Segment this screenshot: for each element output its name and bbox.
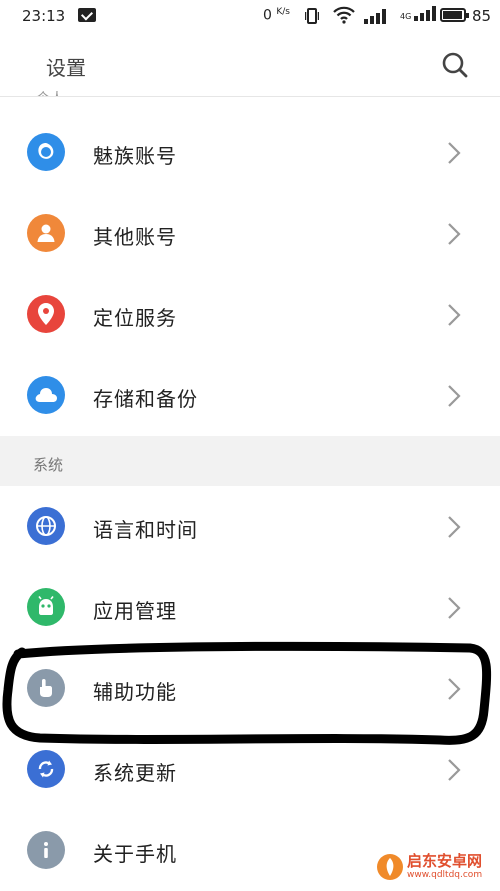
setting-system-update[interactable]: 系统更新 <box>0 729 500 810</box>
chevron-right-icon <box>448 223 461 245</box>
vibrate-icon <box>305 8 319 24</box>
chevron-right-icon <box>448 142 461 164</box>
chevron-right-icon <box>448 678 461 700</box>
location-pin-icon <box>27 295 65 333</box>
globe-icon <box>27 507 65 545</box>
hand-icon <box>27 669 65 707</box>
watermark-url: www.qdltdq.com <box>407 870 483 880</box>
chevron-right-icon <box>448 597 461 619</box>
setting-language-time[interactable]: 语言和时间 <box>0 486 500 567</box>
signal-icon-2 <box>414 6 437 21</box>
status-time: 23:13 <box>22 7 66 25</box>
chevron-right-icon <box>448 385 461 407</box>
refresh-icon <box>27 750 65 788</box>
search-icon[interactable] <box>440 50 470 80</box>
setting-label: 应用管理 <box>93 599 177 623</box>
section-header-personal: 个人 <box>36 88 64 96</box>
section-header-label: 系统 <box>33 456 64 474</box>
watermark-name: 启东安卓网 <box>407 852 483 870</box>
page-title: 设置 <box>46 56 86 80</box>
cloud-icon <box>27 376 65 414</box>
status-bar: 23:13 0 K/s 4G 85 <box>0 0 500 32</box>
setting-label: 系统更新 <box>93 761 177 785</box>
net-speed: 0 K/s <box>263 7 290 24</box>
android-icon <box>27 588 65 626</box>
network-badge: 4G <box>400 12 412 21</box>
chevron-right-icon <box>448 516 461 538</box>
setting-app-management[interactable]: 应用管理 <box>0 567 500 648</box>
setting-label: 其他账号 <box>93 225 177 249</box>
battery-icon <box>440 8 469 22</box>
setting-label: 语言和时间 <box>93 518 198 542</box>
settings-list: 魅族账号 其他账号 定位服务 存储和备份 系统 语言和时间 应用管理 辅助功能 … <box>0 112 500 891</box>
setting-flyme-account[interactable]: 魅族账号 <box>0 112 500 193</box>
notification-icon <box>78 8 96 22</box>
setting-location[interactable]: 定位服务 <box>0 274 500 355</box>
setting-label: 魅族账号 <box>93 144 177 168</box>
setting-label: 关于手机 <box>93 842 177 866</box>
watermark: 启东安卓网 www.qdltdq.com <box>373 848 498 888</box>
person-icon <box>27 214 65 252</box>
signal-4g: 4G <box>400 5 438 21</box>
setting-other-accounts[interactable]: 其他账号 <box>0 193 500 274</box>
info-icon <box>27 831 65 869</box>
setting-label: 定位服务 <box>93 306 177 330</box>
setting-accessibility[interactable]: 辅助功能 <box>0 648 500 729</box>
wifi-icon <box>333 6 355 24</box>
setting-storage-backup[interactable]: 存储和备份 <box>0 355 500 436</box>
signal-icon <box>364 9 386 24</box>
flyme-icon <box>27 133 65 171</box>
chevron-right-icon <box>448 304 461 326</box>
section-header-system: 系统 <box>0 436 500 486</box>
battery-level: 85 <box>472 7 492 25</box>
setting-label: 存储和备份 <box>93 387 198 411</box>
setting-label: 辅助功能 <box>93 680 177 704</box>
chevron-right-icon <box>448 759 461 781</box>
watermark-logo-icon <box>377 854 403 880</box>
app-bar: 设置 <box>0 32 500 97</box>
